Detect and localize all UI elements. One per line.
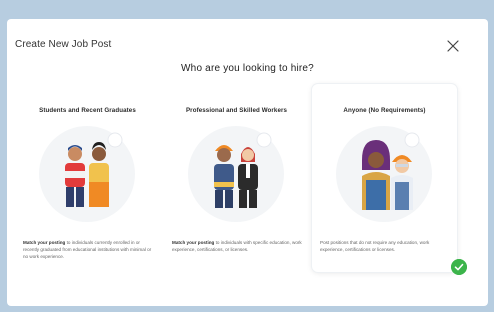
- card-description-lead: Match your posting: [23, 240, 66, 245]
- professionals-illustration: [188, 126, 284, 222]
- dialog-title: Create New Job Post: [15, 39, 112, 50]
- card-description: Post positions that do not require any e…: [320, 239, 450, 253]
- close-icon[interactable]: [445, 38, 461, 54]
- card-title: Anyone (No Requirements): [343, 107, 426, 114]
- students-illustration: [39, 126, 135, 222]
- option-anyone-card[interactable]: Anyone (No Requirements) Post positions …: [312, 84, 457, 272]
- card-description: Match your posting to individuals with s…: [172, 239, 302, 253]
- option-professionals-card[interactable]: Professional and Skilled Workers Match y…: [164, 84, 309, 272]
- option-students-card[interactable]: Students and Recent Graduates Match your…: [15, 84, 160, 272]
- dialog-heading: Who are you looking to hire?: [181, 63, 314, 74]
- card-title: Students and Recent Graduates: [39, 107, 136, 114]
- anyone-illustration: [336, 126, 432, 222]
- card-description-lead: Match your posting: [172, 240, 215, 245]
- card-title: Professional and Skilled Workers: [185, 107, 288, 114]
- checkmark-icon: [451, 259, 467, 275]
- card-description: Match your posting to individuals curren…: [23, 239, 153, 260]
- create-job-post-dialog: Create New Job Post Who are you looking …: [7, 19, 488, 306]
- card-description-text: Post positions that do not require any e…: [320, 240, 430, 252]
